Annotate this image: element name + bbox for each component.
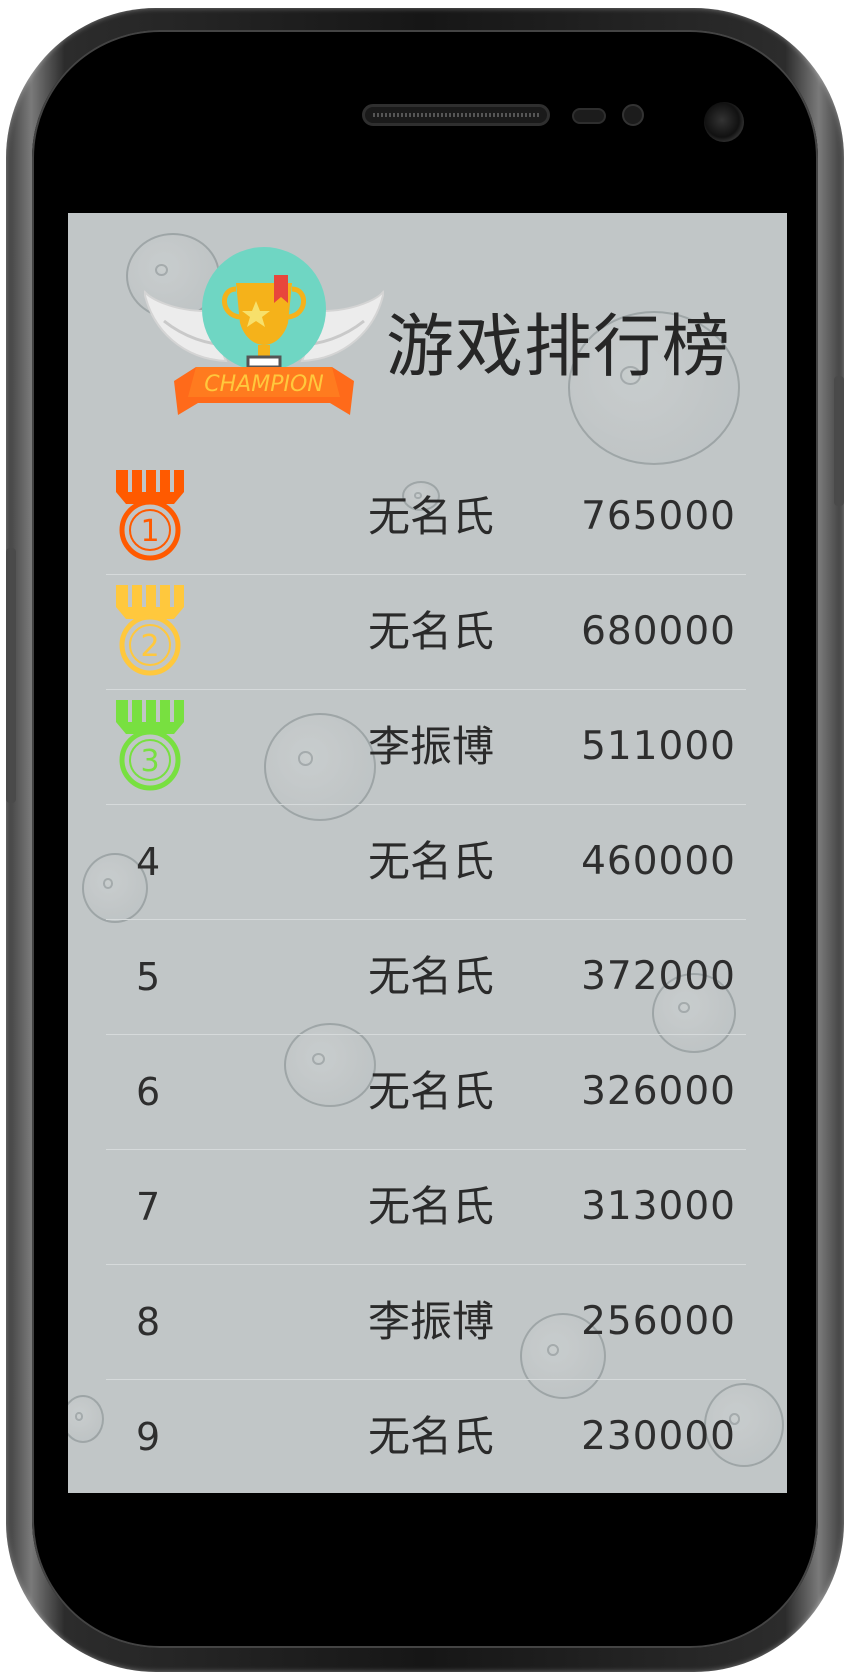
player-score: 511000 xyxy=(581,724,736,769)
player-score: 765000 xyxy=(581,494,736,539)
medal-rank-label: 3 xyxy=(140,744,159,779)
rank-cell: 1 xyxy=(106,460,226,574)
player-name: 无名氏 xyxy=(368,492,495,541)
player-name: 无名氏 xyxy=(368,607,495,656)
player-name: 李振博 xyxy=(368,722,495,771)
leaderboard-row[interactable]: 2 无名氏 680000 xyxy=(106,575,746,690)
rank-cell: 5 xyxy=(106,920,226,1034)
power-button xyxy=(834,376,844,506)
medal-2-icon: 2 xyxy=(116,585,184,676)
rank-cell: 8 xyxy=(106,1265,226,1379)
app-screen: CHAMPION 游戏排行榜 1 无名氏 765000 2 无名氏 680000… xyxy=(68,213,787,1493)
player-score: 372000 xyxy=(581,954,736,999)
champion-trophy-icon: CHAMPION xyxy=(144,247,384,415)
rank-number: 5 xyxy=(136,955,161,999)
leaderboard-row[interactable]: 3 李振博 511000 xyxy=(106,690,746,805)
leaderboard-row[interactable]: 1 无名氏 765000 xyxy=(106,460,746,575)
earpiece-speaker xyxy=(362,104,550,126)
front-camera-icon xyxy=(704,102,744,142)
rank-cell: 9 xyxy=(106,1380,226,1493)
player-name: 无名氏 xyxy=(368,1182,495,1231)
champion-banner-text: CHAMPION xyxy=(204,372,323,397)
rank-cell: 7 xyxy=(106,1150,226,1264)
leaderboard-row[interactable]: 4 无名氏 460000 xyxy=(106,805,746,920)
light-sensor xyxy=(622,104,644,126)
medal-1-icon: 1 xyxy=(116,470,184,561)
rank-number: 6 xyxy=(136,1070,161,1114)
player-score: 256000 xyxy=(581,1299,736,1344)
rank-cell: 3 xyxy=(106,690,226,804)
player-score: 460000 xyxy=(581,839,736,884)
player-name: 无名氏 xyxy=(368,1067,495,1116)
player-score: 326000 xyxy=(581,1069,736,1114)
leaderboard-list: 1 无名氏 765000 2 无名氏 680000 3 李振博 511000 4… xyxy=(106,460,746,1493)
player-name: 无名氏 xyxy=(368,837,495,886)
medal-rank-label: 2 xyxy=(140,629,159,664)
rank-number: 8 xyxy=(136,1300,161,1344)
leaderboard-row[interactable]: 6 无名氏 326000 xyxy=(106,1035,746,1150)
leaderboard-row[interactable]: 7 无名氏 313000 xyxy=(106,1150,746,1265)
page-title: 游戏排行榜 xyxy=(386,308,732,387)
rank-cell: 6 xyxy=(106,1035,226,1149)
player-name: 李振博 xyxy=(368,1297,495,1346)
proximity-sensor xyxy=(572,108,606,124)
player-name: 无名氏 xyxy=(368,1412,495,1461)
rank-cell: 4 xyxy=(106,805,226,919)
player-name: 无名氏 xyxy=(368,952,495,1001)
medal-rank-label: 1 xyxy=(140,514,159,549)
rank-cell: 2 xyxy=(106,575,226,689)
asteroid-decoration xyxy=(68,1395,104,1443)
player-score: 230000 xyxy=(581,1414,736,1459)
player-score: 680000 xyxy=(581,609,736,654)
rank-number: 7 xyxy=(136,1185,161,1229)
rank-number: 9 xyxy=(136,1415,161,1459)
rank-number: 4 xyxy=(136,840,161,884)
volume-button xyxy=(6,548,16,803)
leaderboard-row[interactable]: 5 无名氏 372000 xyxy=(106,920,746,1035)
player-score: 313000 xyxy=(581,1184,736,1229)
leaderboard-row[interactable]: 8 李振博 256000 xyxy=(106,1265,746,1380)
medal-3-icon: 3 xyxy=(116,700,184,791)
leaderboard-row[interactable]: 9 无名氏 230000 xyxy=(106,1380,746,1493)
